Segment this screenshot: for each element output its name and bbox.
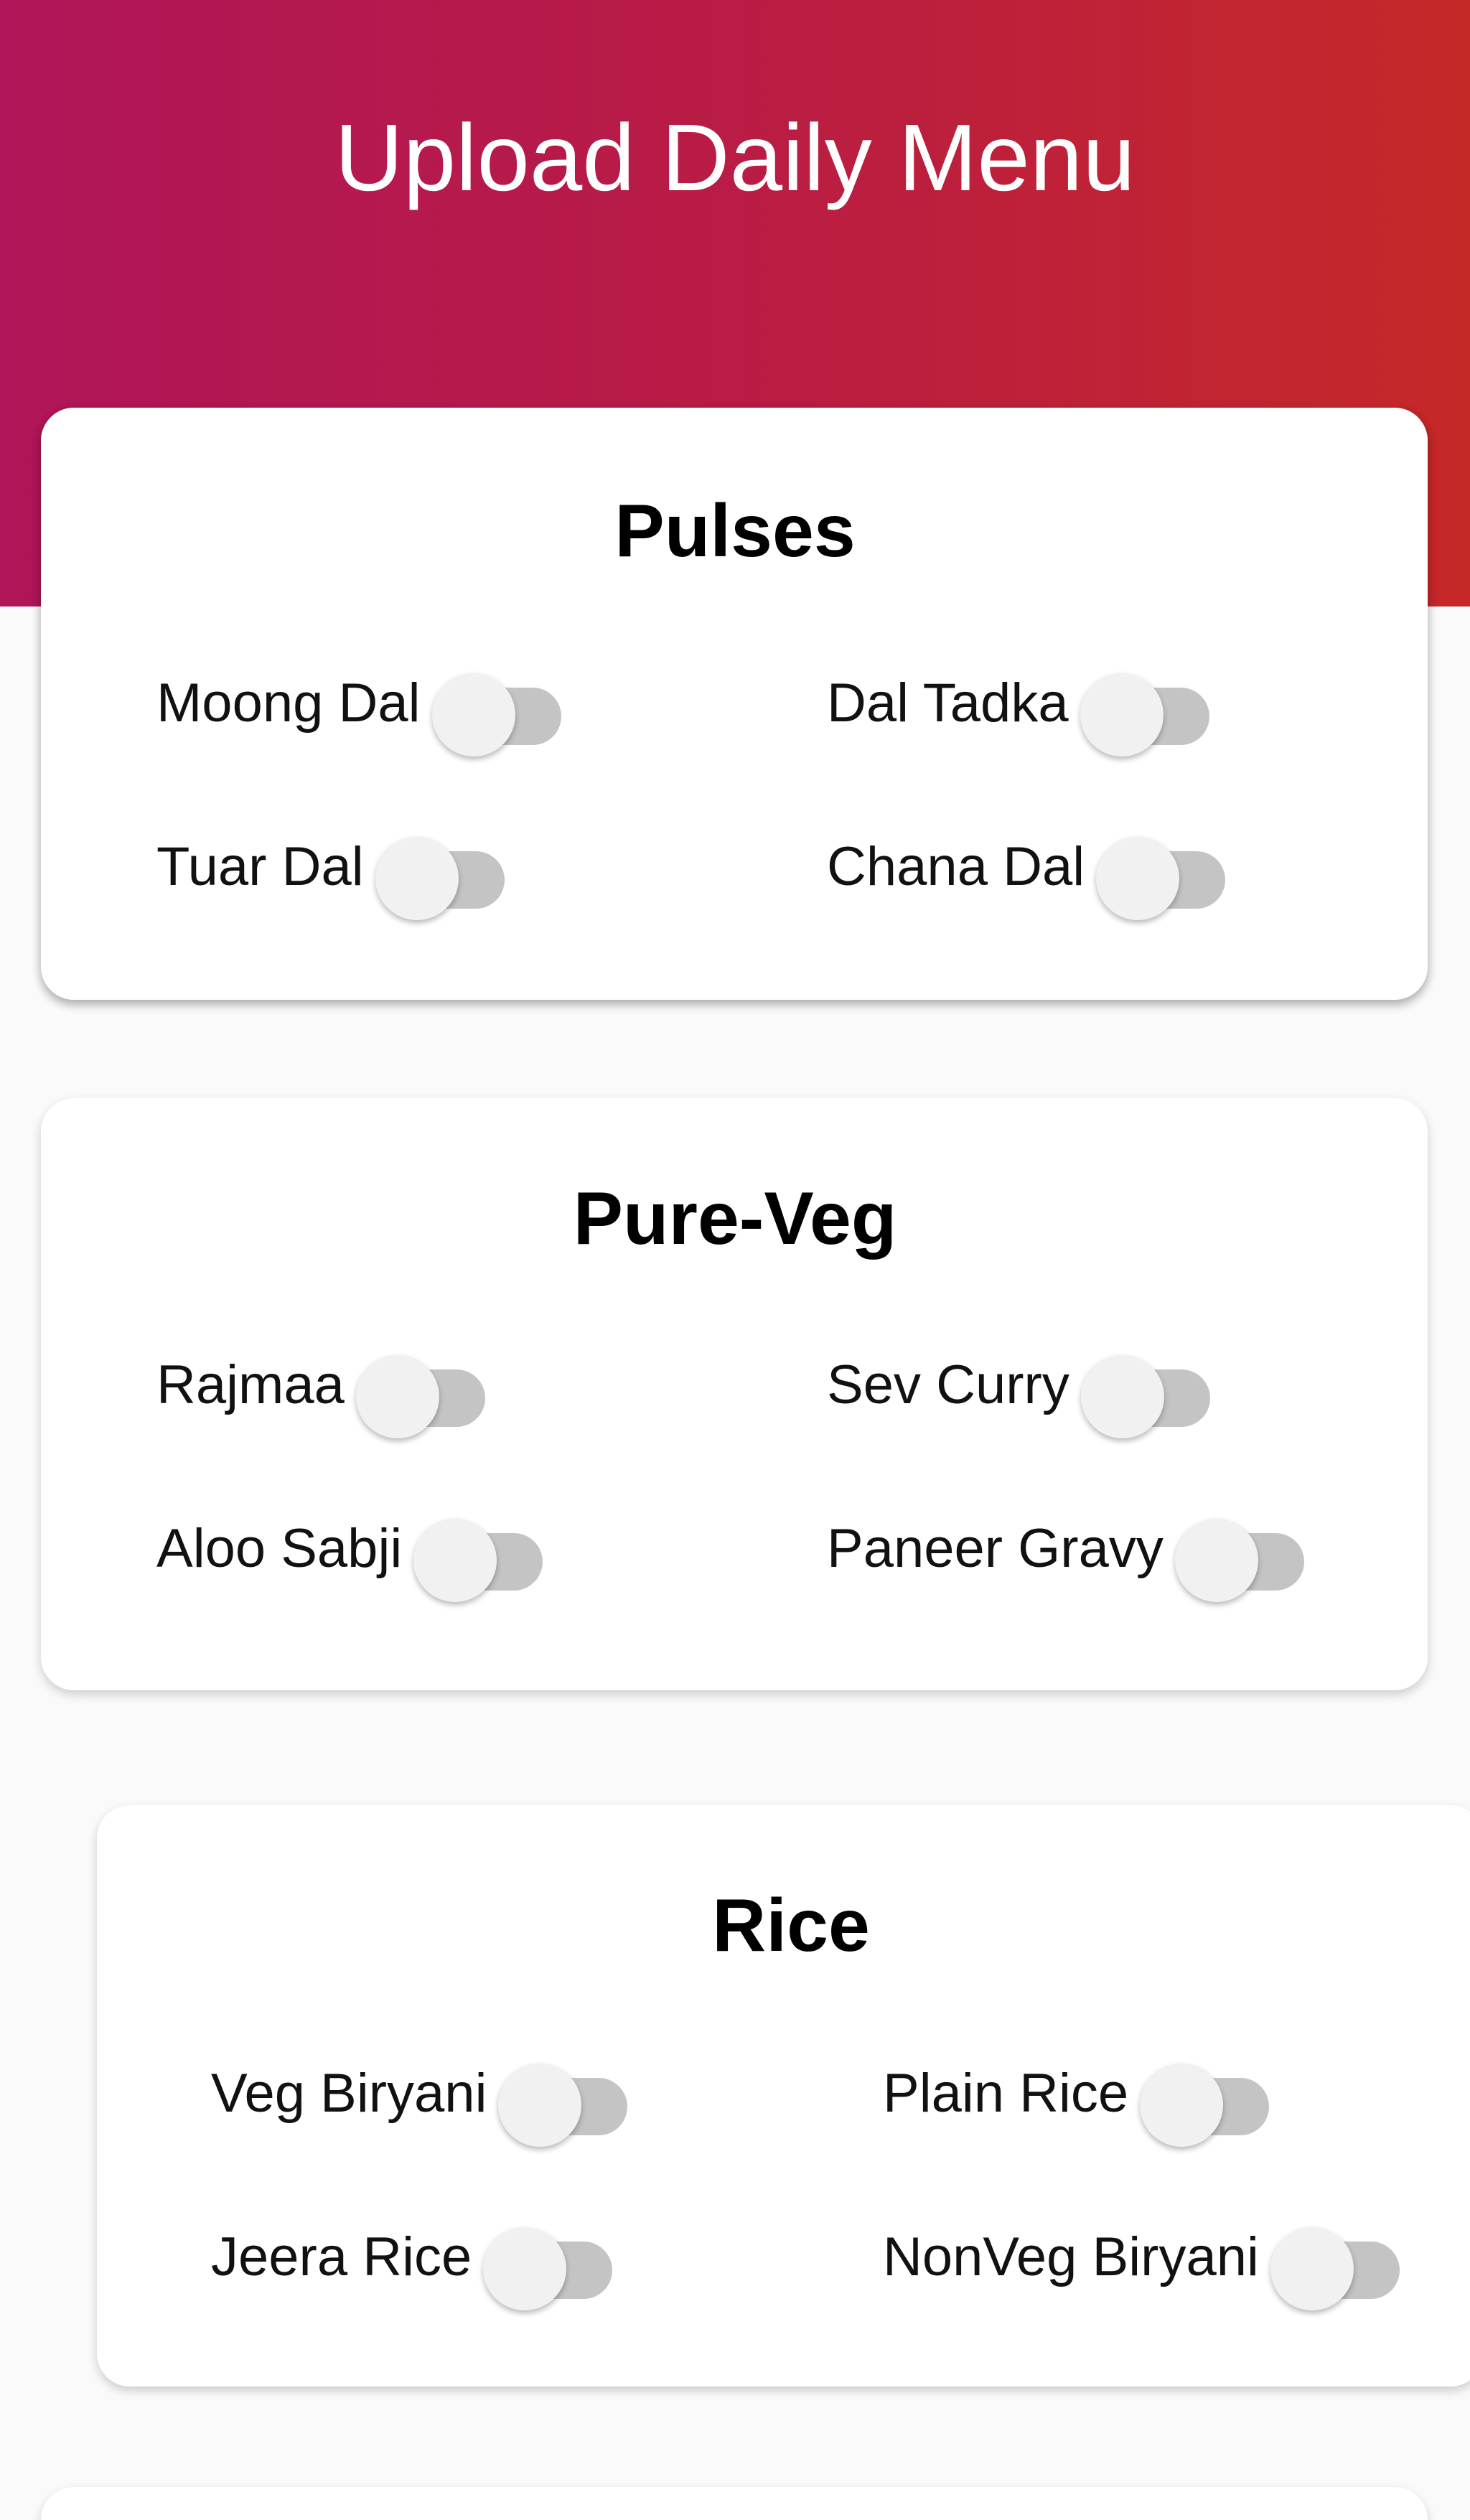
availability-toggle[interactable]: [483, 2214, 619, 2310]
toggle-knob: [1270, 2227, 1354, 2310]
menu-item-aloo-sabji: Aloo Sabji: [156, 1502, 550, 1602]
toggle-knob: [1096, 837, 1180, 920]
availability-toggle[interactable]: [1080, 660, 1217, 757]
menu-upload-screen: Upload Daily Menu Pulses Moong Dal Pulse…: [0, 0, 1470, 2520]
availability-toggle[interactable]: [1270, 2214, 1407, 2310]
availability-toggle[interactable]: [1174, 1506, 1311, 1602]
menu-item-moong-dal: Moong Dal: [156, 657, 568, 757]
menu-item-rajmaa: Rajmaa: [156, 1339, 492, 1438]
toggle-knob: [413, 1519, 497, 1602]
menu-item-label: Paneer Gravy: [827, 1518, 1164, 1579]
menu-item-label: Chana Dal: [827, 836, 1085, 897]
availability-toggle[interactable]: [1096, 824, 1232, 920]
menu-item-label: Moong Dal: [156, 673, 421, 734]
menu-item-label: Veg Biryani: [211, 2063, 487, 2124]
availability-toggle[interactable]: [375, 824, 512, 920]
menu-item-chana-dal: Chana Dal: [827, 820, 1232, 920]
menu-item-sev-curry: Sev Curry: [827, 1339, 1217, 1438]
menu-item-paneer-gravy: Paneer Gravy: [827, 1502, 1311, 1602]
menu-item-jeera-rice: Jeera Rice: [211, 2211, 619, 2310]
menu-item-label: NonVeg Biryani: [883, 2226, 1259, 2287]
toggle-knob: [1140, 2064, 1224, 2147]
availability-toggle[interactable]: [355, 1342, 492, 1438]
menu-item-label: Tuar Dal: [156, 836, 364, 897]
toggle-knob: [355, 1355, 439, 1438]
menu-item-plain-rice: Plain Rice: [883, 2047, 1276, 2147]
availability-toggle[interactable]: [1080, 1342, 1217, 1438]
availability-toggle[interactable]: [431, 660, 568, 757]
menu-item-label: Rajmaa: [156, 1354, 345, 1415]
toggle-knob: [498, 2064, 582, 2147]
section-title-rice: Rice: [712, 1884, 870, 1967]
menu-item-label: Dal Tadka: [827, 673, 1069, 734]
menu-item-label: Jeera Rice: [211, 2226, 472, 2287]
section-card-next: [41, 2487, 1428, 2520]
section-title-pulses: Pulses: [614, 490, 856, 573]
menu-item-label: Aloo Sabji: [156, 1518, 403, 1579]
menu-item-label: Plain Rice: [883, 2063, 1129, 2124]
toggle-knob: [431, 673, 515, 757]
section-title-pure-veg: Pure-Veg: [573, 1177, 897, 1260]
availability-toggle[interactable]: [498, 2051, 635, 2147]
toggle-knob: [1080, 1355, 1164, 1438]
menu-item-tuar-dal: Tuar Dal: [156, 820, 512, 920]
toggle-knob: [483, 2227, 567, 2310]
menu-item-dal-tadka: Dal Tadka: [827, 657, 1217, 757]
menu-item-veg-biryani: Veg Biryani: [211, 2047, 635, 2147]
toggle-knob: [1080, 673, 1164, 757]
menu-item-label: Sev Curry: [827, 1354, 1069, 1415]
toggle-knob: [375, 837, 459, 920]
menu-item-nonveg-biryani: NonVeg Biryani: [883, 2211, 1407, 2310]
page-title: Upload Daily Menu: [334, 105, 1136, 210]
toggle-knob: [1174, 1519, 1258, 1602]
availability-toggle[interactable]: [413, 1506, 550, 1602]
availability-toggle[interactable]: [1140, 2051, 1276, 2147]
